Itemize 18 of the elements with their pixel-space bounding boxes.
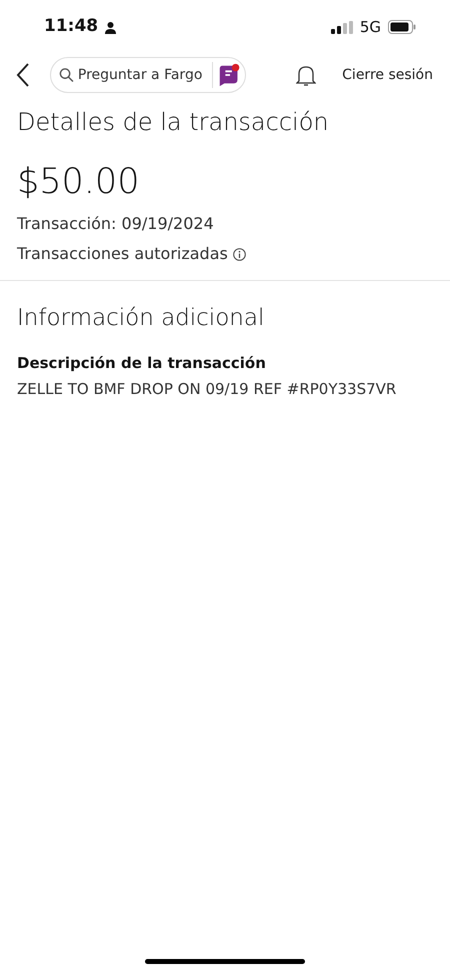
info-icon[interactable] (232, 248, 246, 260)
search-bar[interactable]: Preguntar a Fargo (50, 57, 246, 93)
signal-icon (330, 20, 353, 34)
description-label: Descripción de la transacción (17, 352, 267, 374)
page-title: Detalles de la transacción (17, 107, 330, 138)
amount: $50.00 (17, 161, 140, 204)
battery-icon (388, 20, 416, 34)
section-heading: Información adicional (17, 304, 266, 333)
search-icon (59, 67, 74, 83)
logout-link[interactable]: Cierre sesión (342, 64, 433, 86)
network-label: 5G (360, 16, 381, 38)
description-value: ZELLE TO BMF DROP ON 09/19 REF #RP0Y33S7VR (17, 379, 398, 400)
person-icon (104, 20, 118, 34)
back-icon[interactable] (16, 63, 30, 87)
status-text: Transacciones autorizadas (17, 243, 228, 265)
status-time: 11:48 (44, 15, 98, 38)
search-field[interactable]: Preguntar a Fargo (78, 64, 208, 86)
transaction-date: Transacción: 09/19/2024 (17, 213, 215, 235)
